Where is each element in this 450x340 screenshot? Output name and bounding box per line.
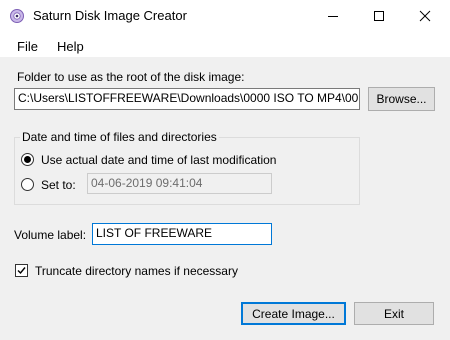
- disc-app-icon: [10, 9, 24, 23]
- volume-label: Volume label:: [14, 228, 87, 242]
- checkmark-icon: [17, 267, 26, 275]
- radio-set-date-label[interactable]: Set to:: [41, 178, 76, 192]
- radio-selected-dot: [24, 156, 31, 163]
- minimize-button[interactable]: [310, 0, 356, 32]
- menu-file[interactable]: File: [17, 39, 38, 54]
- datetime-group-title: Date and time of files and directories: [20, 130, 219, 144]
- truncate-label[interactable]: Truncate directory names if necessary: [35, 264, 238, 278]
- maximize-icon: [374, 11, 384, 21]
- title-bar[interactable]: Saturn Disk Image Creator: [0, 0, 450, 33]
- menu-help[interactable]: Help: [57, 39, 84, 54]
- app-window: Saturn Disk Image Creator File Help Fold…: [0, 0, 450, 340]
- radio-actual-date[interactable]: [21, 153, 34, 166]
- create-image-button[interactable]: Create Image...: [241, 302, 346, 325]
- folder-label: Folder to use as the root of the disk im…: [17, 70, 245, 84]
- datetime-group: [14, 137, 360, 205]
- minimize-icon: [328, 16, 338, 17]
- radio-actual-date-label[interactable]: Use actual date and time of last modific…: [41, 153, 276, 167]
- window-title: Saturn Disk Image Creator: [33, 8, 187, 23]
- browse-button[interactable]: Browse...: [368, 87, 435, 111]
- maximize-button[interactable]: [356, 0, 402, 32]
- truncate-checkbox[interactable]: [15, 264, 28, 277]
- set-date-input[interactable]: 04-06-2019 09:41:04: [87, 173, 272, 194]
- close-icon: [419, 10, 431, 22]
- folder-path-input[interactable]: C:\Users\LISTOFFREEWARE\Downloads\0000 I…: [14, 88, 360, 110]
- close-button[interactable]: [402, 0, 448, 32]
- menu-bar: File Help: [0, 33, 450, 57]
- volume-label-input[interactable]: LIST OF FREEWARE: [92, 223, 272, 245]
- exit-button[interactable]: Exit: [354, 302, 434, 325]
- radio-set-date[interactable]: [21, 178, 34, 191]
